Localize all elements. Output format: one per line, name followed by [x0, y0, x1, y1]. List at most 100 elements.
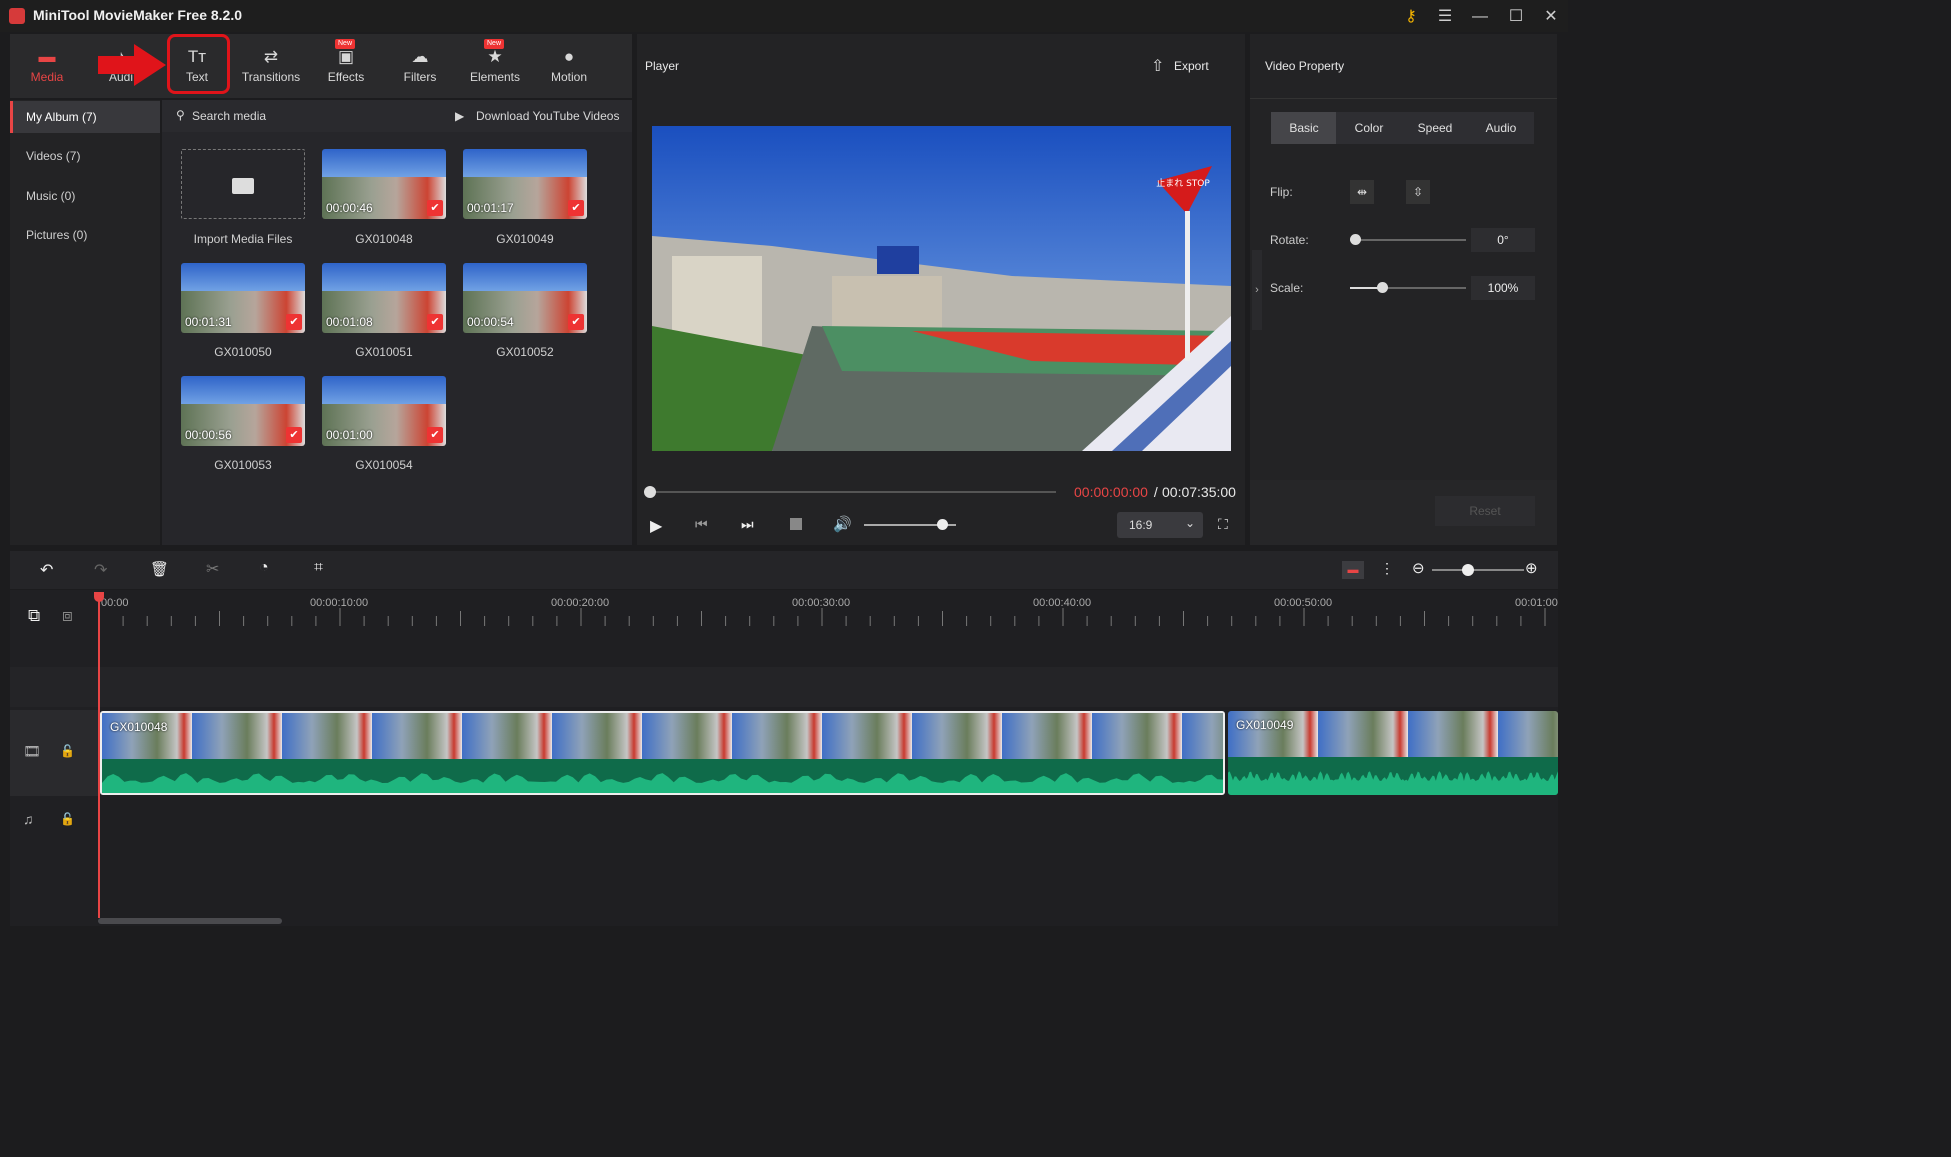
- media-item[interactable]: 00:01:08 ✔: [322, 263, 446, 333]
- panel-collapse-icon[interactable]: ›: [1252, 250, 1262, 330]
- media-item[interactable]: 00:00:54 ✔: [463, 263, 587, 333]
- remove-track-icon[interactable]: ⧈: [62, 606, 73, 626]
- zoom-slider-handle[interactable]: [1462, 564, 1474, 576]
- app-logo-icon: [9, 8, 25, 24]
- undo-icon[interactable]: ↶: [40, 560, 53, 580]
- playback-progress-track[interactable]: [650, 491, 1056, 493]
- download-youtube-link[interactable]: Download YouTube Videos: [476, 109, 619, 123]
- media-duration: 00:01:17: [467, 201, 514, 215]
- media-item[interactable]: 00:01:17 ✔: [463, 149, 587, 219]
- scale-label: Scale:: [1270, 281, 1304, 295]
- timeline-ruler: 00:00 00:00:10:00 00:00:20:00 00:00:30:00 00…: [99, 597, 1558, 626]
- close-button[interactable]: ✕: [1540, 6, 1562, 28]
- delete-icon[interactable]: 🗑: [150, 560, 169, 578]
- tab-filters[interactable]: ☁ Filters: [383, 34, 457, 98]
- media-duration: 00:01:00: [326, 428, 373, 442]
- sidebar-item-pictures[interactable]: Pictures (0): [10, 219, 160, 251]
- zoom-slider-track[interactable]: [1432, 569, 1524, 571]
- rotate-value[interactable]: 0°: [1471, 228, 1535, 252]
- ruler-label: 00:00:10:00: [310, 597, 368, 609]
- stop-icon[interactable]: [790, 518, 802, 530]
- video-frame-image: 止まれ STOP: [652, 126, 1231, 451]
- key-icon[interactable]: ⚷: [1400, 6, 1422, 28]
- export-button[interactable]: Export: [1174, 59, 1209, 73]
- media-item-name: GX010050: [214, 345, 272, 359]
- add-track-icon[interactable]: ⧉: [28, 606, 40, 626]
- previous-frame-icon[interactable]: ⏮: [695, 516, 708, 533]
- next-frame-icon[interactable]: ⏭: [741, 516, 754, 533]
- timeline-clip[interactable]: GX010049: [1228, 711, 1558, 795]
- crop-icon[interactable]: ⌗: [314, 559, 323, 577]
- title-bar: MiniTool MovieMaker Free 8.2.0 ⚷ ☰ — ☐ ✕: [0, 0, 1568, 32]
- fit-timeline-icon[interactable]: ⋮: [1380, 560, 1394, 577]
- playhead[interactable]: [98, 592, 100, 918]
- timeline-scrollbar[interactable]: [98, 918, 282, 924]
- tab-effects[interactable]: New ▣ Effects: [309, 34, 383, 98]
- media-item[interactable]: 00:00:46 ✔: [322, 149, 446, 219]
- tab-color[interactable]: Color: [1336, 112, 1402, 144]
- search-icon: ⚲: [176, 108, 185, 122]
- menu-icon[interactable]: ☰: [1434, 6, 1456, 28]
- video-property-panel: Video Property Basic Color Speed Audio F…: [1250, 34, 1557, 545]
- redo-icon[interactable]: ↷: [94, 560, 107, 580]
- aspect-ratio-select[interactable]: 16:9 ⌄: [1117, 512, 1203, 538]
- tab-audio-property[interactable]: Audio: [1468, 112, 1534, 144]
- playback-progress-handle[interactable]: [644, 486, 656, 498]
- stop-sign-text: 止まれ STOP: [1156, 177, 1210, 189]
- scale-slider-handle[interactable]: [1377, 282, 1388, 293]
- tab-media[interactable]: ▬ Media: [10, 34, 84, 98]
- tab-elements[interactable]: New ★ Elements: [458, 34, 532, 98]
- minimize-button[interactable]: —: [1469, 6, 1491, 28]
- rotate-slider-track[interactable]: [1350, 239, 1466, 241]
- clip-name: GX010049: [1236, 718, 1294, 732]
- scale-value[interactable]: 100%: [1471, 276, 1535, 300]
- tab-speed[interactable]: Speed: [1402, 112, 1468, 144]
- lock-icon[interactable]: 🔓: [60, 744, 75, 758]
- added-check-icon: ✔: [568, 314, 584, 330]
- time-separator: /: [1150, 484, 1162, 500]
- media-item[interactable]: 00:00:56 ✔: [181, 376, 305, 446]
- reset-button[interactable]: Reset: [1435, 496, 1535, 526]
- media-item-name: GX010051: [355, 345, 413, 359]
- tab-motion[interactable]: ● Motion: [532, 34, 606, 98]
- youtube-icon: ▶: [455, 109, 465, 123]
- added-check-icon: ✔: [427, 314, 443, 330]
- lock-icon[interactable]: 🔓: [60, 812, 75, 826]
- sidebar-item-my-album[interactable]: My Album (7): [10, 101, 160, 133]
- search-input[interactable]: Search media: [192, 109, 266, 123]
- media-item[interactable]: 00:01:31 ✔: [181, 263, 305, 333]
- media-item[interactable]: 00:01:00 ✔: [322, 376, 446, 446]
- zoom-in-icon[interactable]: ⊕: [1525, 559, 1538, 577]
- import-media-button[interactable]: [181, 149, 305, 219]
- clip-name: GX010048: [110, 720, 168, 734]
- maximize-button[interactable]: ☐: [1505, 6, 1527, 28]
- volume-icon[interactable]: 🔊: [833, 515, 852, 533]
- zoom-out-icon[interactable]: ⊖: [1412, 559, 1425, 577]
- divider: [1250, 98, 1557, 99]
- media-sidebar: My Album (7) Videos (7) Music (0) Pictur…: [10, 100, 160, 545]
- rotate-slider-handle[interactable]: [1350, 234, 1361, 245]
- ruler-label: 00:01:00: [1515, 597, 1558, 609]
- tab-transitions[interactable]: ⇄ Transitions: [234, 34, 308, 98]
- sidebar-item-music[interactable]: Music (0): [10, 180, 160, 212]
- split-icon[interactable]: ✂: [206, 559, 219, 579]
- snap-icon[interactable]: ▬: [1342, 561, 1364, 579]
- speed-icon[interactable]: ◔: [259, 559, 269, 577]
- rotate-label: Rotate:: [1270, 233, 1309, 247]
- tab-media-label: Media: [30, 70, 64, 84]
- sidebar-item-videos[interactable]: Videos (7): [10, 140, 160, 172]
- playhead-handle[interactable]: [94, 592, 104, 602]
- fullscreen-icon[interactable]: ⛶: [1218, 516, 1228, 533]
- added-check-icon: ✔: [427, 200, 443, 216]
- tab-elements-label: Elements: [469, 70, 521, 84]
- media-library: ⚲ Search media ▶ Download YouTube Videos…: [162, 100, 632, 545]
- tab-motion-label: Motion: [550, 70, 588, 84]
- flip-horizontal-icon[interactable]: ⇹: [1350, 180, 1374, 204]
- play-icon[interactable]: ▶: [650, 516, 662, 536]
- timeline-clip[interactable]: GX010048: [100, 711, 1225, 795]
- media-item-name: GX010053: [214, 458, 272, 472]
- video-track-header: 🎞 🔓: [10, 710, 98, 796]
- transitions-icon: ⇄: [263, 47, 279, 66]
- tab-basic[interactable]: Basic: [1271, 112, 1337, 144]
- flip-vertical-icon[interactable]: ⇳: [1406, 180, 1430, 204]
